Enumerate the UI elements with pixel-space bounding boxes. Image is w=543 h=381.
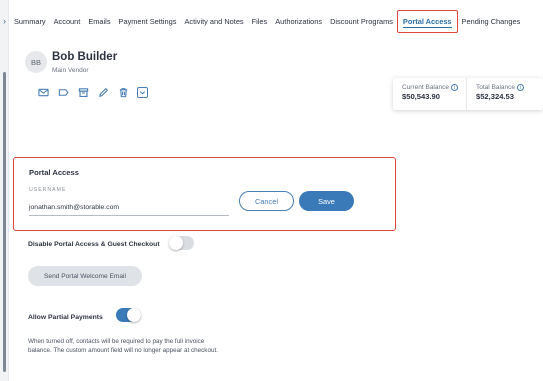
partial-payments-help-text: When turned off, contacts will be requir… (28, 338, 218, 354)
tab-payment-settings[interactable]: Payment Settings (115, 17, 181, 26)
vendor-name: Bob Builder (52, 51, 118, 63)
tab-portal-access[interactable]: Portal Access (396, 9, 458, 33)
info-icon[interactable]: i (517, 84, 525, 91)
save-button[interactable]: Save (299, 191, 354, 211)
disable-portal-access-toggle[interactable] (169, 236, 194, 250)
send-welcome-email-button[interactable]: Send Portal Welcome Email (28, 266, 142, 286)
disable-portal-access-label: Disable Portal Access & Guest Checkout (28, 241, 160, 248)
current-balance: Current Balance i $50,543.90 (393, 78, 458, 110)
total-balance: Total Balance i $52,324.53 (465, 78, 525, 110)
pencil-icon[interactable] (97, 86, 109, 98)
cancel-button[interactable]: Cancel (239, 191, 294, 211)
vendor-role: Main Vendor (52, 67, 89, 74)
current-balance-label: Current Balance (402, 84, 449, 91)
chevron-down-icon[interactable] (137, 86, 148, 98)
vertical-scrollbar[interactable] (3, 72, 6, 372)
portal-access-title: Portal Access (29, 168, 79, 177)
username-underline (29, 215, 229, 216)
allow-partial-payments-label: Allow Partial Payments (28, 314, 103, 321)
expand-sidebar-icon[interactable]: › (0, 13, 9, 29)
portal-access-section: Portal Access USERNAME jonathan.smith@st… (13, 157, 396, 231)
tab-account[interactable]: Account (50, 17, 85, 26)
total-balance-value: $52,324.53 (475, 92, 514, 101)
tab-summary[interactable]: Summary (10, 17, 50, 26)
balance-card: Current Balance i $50,543.90 Total Balan… (393, 78, 543, 110)
toggle-knob (127, 308, 141, 322)
total-balance-label: Total Balance (475, 84, 516, 91)
mail-icon[interactable] (37, 86, 49, 98)
tab-authorizations[interactable]: Authorizations (271, 17, 326, 26)
username-label: USERNAME (29, 187, 67, 193)
avatar: BB (25, 51, 47, 73)
archive-icon[interactable] (77, 86, 89, 98)
tab-portal-access-label: Portal Access (402, 16, 452, 28)
trash-icon[interactable] (117, 86, 129, 98)
allow-partial-payments-toggle[interactable] (116, 308, 141, 322)
tab-pending-changes[interactable]: Pending Changes (458, 17, 525, 26)
tag-icon[interactable] (57, 86, 69, 98)
tab-emails[interactable]: Emails (84, 17, 114, 26)
tab-discount-programs[interactable]: Discount Programs (326, 17, 397, 26)
vendor-actions-toolbar (37, 86, 148, 98)
tab-bar: Summary Account Emails Payment Settings … (10, 9, 525, 33)
info-icon[interactable]: i (450, 84, 458, 91)
current-balance-value: $50,543.90 (402, 92, 441, 101)
tab-files[interactable]: Files (248, 17, 272, 26)
username-field[interactable]: jonathan.smith@storable.com (29, 204, 119, 211)
tab-activity-and-notes[interactable]: Activity and Notes (180, 17, 247, 26)
left-rail: › (0, 0, 9, 381)
toggle-knob (169, 236, 183, 250)
